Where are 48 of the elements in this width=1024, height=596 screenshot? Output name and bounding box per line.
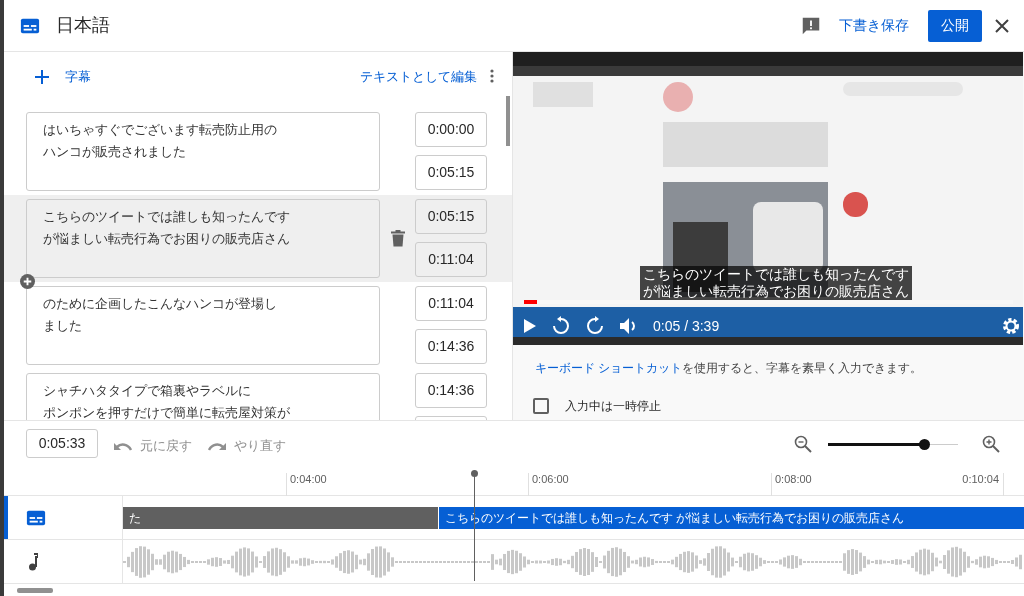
keyboard-shortcut-link[interactable]: キーボード ショートカット	[535, 361, 683, 375]
add-caption-button[interactable]: 字幕	[34, 66, 92, 88]
zoom-out-icon[interactable]	[794, 435, 812, 453]
play-icon[interactable]	[523, 318, 537, 334]
trash-icon[interactable]	[390, 230, 405, 247]
caption-row[interactable]: のために企画したこんなハンコが登場し ました 0:11:04 0:14:36	[4, 282, 512, 369]
scrollbar-thumb[interactable]	[17, 588, 53, 593]
caption-field[interactable]: のために企画したこんなハンコが登場し ました	[26, 286, 380, 365]
caption-field[interactable]: はいちゃすぐでございます転売防止用の ハンコが販売されました	[26, 112, 380, 191]
zoom-in-icon[interactable]	[982, 435, 1000, 453]
redo-icon	[208, 440, 226, 451]
playback-time: 0:05 / 3:39	[653, 316, 720, 336]
current-time-field[interactable]: 0:05:33	[26, 429, 98, 458]
close-icon[interactable]	[994, 17, 1010, 34]
undo-icon	[114, 440, 132, 451]
caption-row[interactable]: はいちゃすぐでございます転売防止用の ハンコが販売されました 0:00:00 0:05:15	[4, 108, 512, 195]
music-note-icon	[28, 552, 38, 571]
plus-icon	[35, 69, 49, 84]
caption-row[interactable]: こちらのツイートでは誰しも知ったんです が悩ましい転売行為でお困りの販売店さん 0:05:15 0:11:04	[4, 195, 512, 282]
start-time-field[interactable]: 0:00:00	[415, 112, 487, 147]
time-label: 0:10:04	[962, 472, 999, 487]
forward-icon[interactable]	[585, 316, 605, 336]
checkbox[interactable]	[533, 398, 549, 414]
caption-field[interactable]: こちらのツイートでは誰しも知ったんです が悩ましい転売行為でお困りの販売店さん	[26, 199, 380, 278]
publish-button[interactable]: 公開	[928, 9, 982, 42]
zoom-slider-thumb[interactable]	[919, 439, 931, 450]
end-time-field[interactable]: 0:11:04	[415, 242, 487, 277]
start-time-field[interactable]: 0:14:36	[415, 373, 487, 408]
caption-segment[interactable]: た	[123, 506, 438, 529]
rewind-icon[interactable]	[551, 316, 571, 336]
save-draft-button[interactable]: 下書き保存	[838, 14, 910, 37]
caption-row[interactable]: シャチハタタイプで箱裏やラベルに ポンポンを押すだけで簡単に転売屋対策が 0:14:36	[4, 369, 512, 420]
caption-field[interactable]: シャチハタタイプで箱裏やラベルに ポンポンを押すだけで簡単に転売屋対策が	[26, 373, 380, 420]
checkbox-label: 入力中は一時停止	[565, 398, 661, 415]
video-caption: こちらのツイートでは誰しも知ったんです が悩ましい転売行為でお困りの販売店さん	[640, 266, 912, 300]
hint-text: キーボード ショートカット を使用すると、字幕を素早く入力できます。	[535, 361, 923, 375]
end-time-field[interactable]: 0:05:15	[415, 155, 487, 190]
more-options-icon[interactable]	[490, 69, 494, 83]
end-time-field[interactable]: 0:14:36	[415, 329, 487, 364]
time-label: 0:04:00	[290, 472, 327, 487]
start-time-field[interactable]: 0:05:15	[415, 199, 487, 234]
time-label: 0:06:00	[532, 472, 569, 487]
settings-icon[interactable]	[1002, 317, 1020, 335]
start-time-field[interactable]: 0:11:04	[415, 286, 487, 321]
dialog-title: 日本語	[56, 14, 110, 37]
edit-as-text-link[interactable]: テキストとして編集	[359, 66, 478, 88]
scrollbar-thumb[interactable]	[506, 96, 510, 146]
time-label: 0:08:00	[775, 472, 812, 487]
